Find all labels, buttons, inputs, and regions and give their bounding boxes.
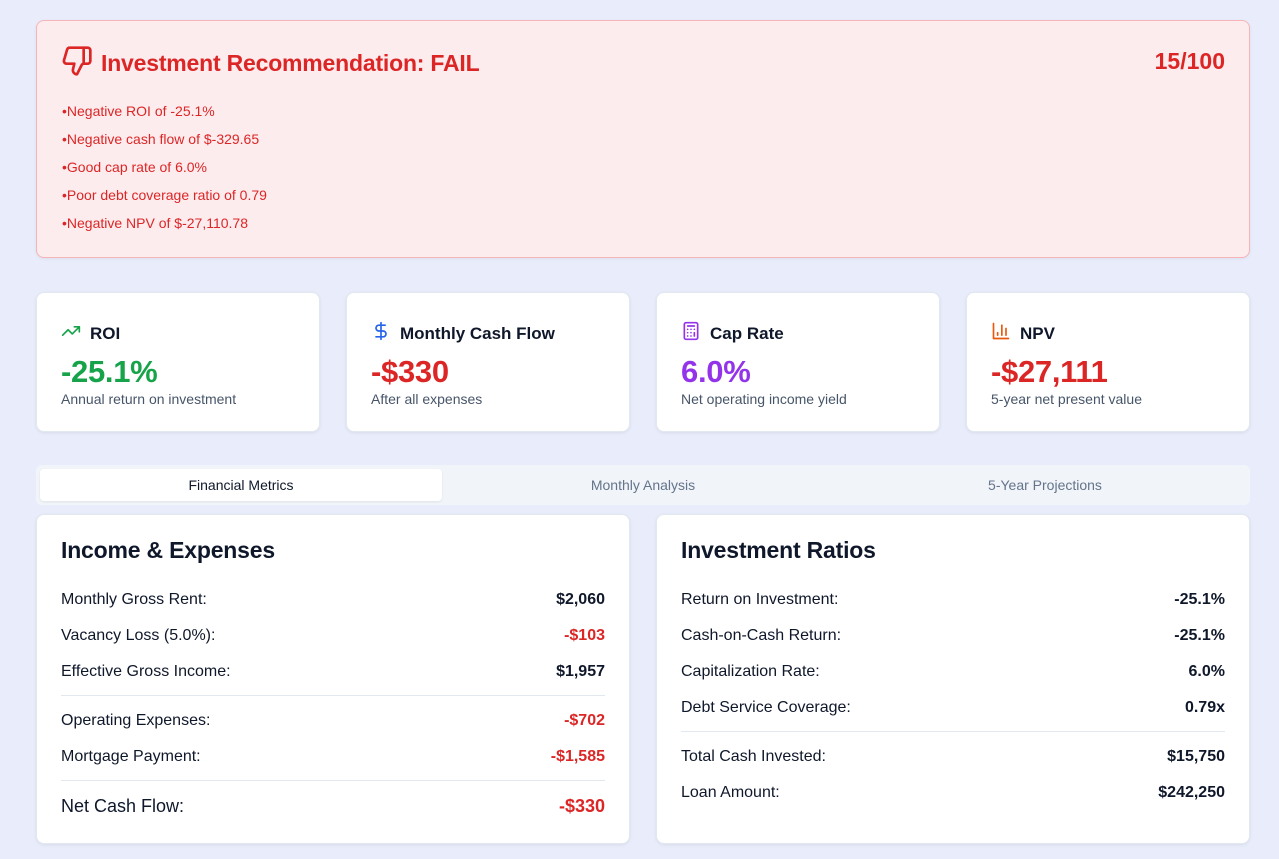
metric-value: 6.0%: [681, 354, 751, 389]
reason-item: Negative cash flow of $-329.65: [62, 129, 267, 157]
tab-monthly-analysis[interactable]: Monthly Analysis: [442, 469, 844, 501]
ratio-row: Loan Amount: $242,250: [681, 781, 1225, 805]
recommendation-header: Investment Recommendation: FAIL: [61, 45, 480, 82]
metric-subtitle: Net operating income yield: [681, 391, 847, 407]
row-label: Monthly Gross Rent:: [61, 591, 207, 608]
tab-financial-metrics[interactable]: Financial Metrics: [40, 469, 442, 501]
row-label: Total Cash Invested:: [681, 748, 826, 765]
row-value: -$103: [564, 627, 605, 644]
net-cash-flow-row: Net Cash Flow: -$330: [61, 794, 605, 818]
metric-card-roi: ROI -25.1% Annual return on investment: [36, 292, 320, 432]
metric-label: NPV: [1020, 323, 1055, 343]
row-value: $242,250: [1158, 784, 1225, 801]
reason-item: Good cap rate of 6.0%: [62, 157, 267, 185]
row-value: -$702: [564, 712, 605, 729]
row-value: $1,957: [556, 663, 605, 680]
investment-analysis-page: Investment Recommendation: FAIL 15/100 N…: [0, 0, 1279, 859]
row-value: 0.79x: [1184, 699, 1225, 716]
bar-chart-icon: [991, 321, 1011, 346]
metric-card-cap-rate: Cap Rate 6.0% Net operating income yield: [656, 292, 940, 432]
reason-item: Negative ROI of -25.1%: [62, 101, 267, 129]
row-value: $15,750: [1167, 748, 1225, 765]
recommendation-score: 15/100: [1154, 48, 1225, 74]
tab-5-year-projections[interactable]: 5-Year Projections: [844, 469, 1246, 501]
dollar-icon: [371, 321, 391, 346]
row-label: Vacancy Loss (5.0%):: [61, 627, 216, 644]
metric-card-cash-flow: Monthly Cash Flow -$330 After all expens…: [346, 292, 630, 432]
metric-subtitle: After all expenses: [371, 391, 483, 407]
metric-subtitle: Annual return on investment: [61, 391, 237, 407]
row-label: Return on Investment:: [681, 591, 839, 608]
income-row: Mortgage Payment: -$1,585: [61, 745, 605, 769]
thumbs-down-icon: [61, 45, 93, 82]
recommendation-title: Investment Recommendation: FAIL: [101, 50, 480, 76]
metric-subtitle: 5-year net present value: [991, 391, 1142, 407]
income-row: Monthly Gross Rent: $2,060: [61, 588, 605, 612]
row-label: Cash-on-Cash Return:: [681, 627, 842, 644]
row-value: -$330: [558, 795, 605, 816]
metric-value: -$330: [371, 354, 449, 389]
investment-ratios-panel: Investment Ratios Return on Investment: …: [656, 514, 1250, 844]
calculator-icon: [681, 321, 701, 346]
row-value: -25.1%: [1174, 627, 1225, 644]
metric-label: Monthly Cash Flow: [400, 323, 555, 343]
row-value: -25.1%: [1174, 591, 1225, 608]
row-label: Operating Expenses:: [61, 712, 211, 729]
divider: [61, 695, 605, 696]
ratio-row: Debt Service Coverage: 0.79x: [681, 696, 1225, 720]
ratio-row: Cash-on-Cash Return: -25.1%: [681, 624, 1225, 648]
reason-item: Negative NPV of $-27,110.78: [62, 213, 267, 241]
divider: [681, 731, 1225, 732]
trending-up-icon: [61, 321, 81, 346]
row-label: Mortgage Payment:: [61, 748, 201, 765]
income-row: Operating Expenses: -$702: [61, 709, 605, 733]
row-value: $2,060: [556, 591, 605, 608]
income-row: Vacancy Loss (5.0%): -$103: [61, 624, 605, 648]
metric-card-npv: NPV -$27,111 5-year net present value: [966, 292, 1250, 432]
recommendation-reasons: Negative ROI of -25.1% Negative cash flo…: [62, 101, 267, 241]
panel-title: Investment Ratios: [681, 537, 876, 563]
metric-label: Cap Rate: [710, 323, 784, 343]
divider: [61, 780, 605, 781]
ratio-row: Capitalization Rate: 6.0%: [681, 660, 1225, 684]
row-label: Loan Amount:: [681, 784, 780, 801]
row-label: Debt Service Coverage:: [681, 699, 851, 716]
row-label: Net Cash Flow:: [61, 795, 185, 816]
row-value: 6.0%: [1188, 663, 1225, 680]
analysis-tabs: Financial Metrics Monthly Analysis 5-Yea…: [36, 465, 1250, 505]
metric-value: -$27,111: [991, 354, 1108, 389]
metric-label: ROI: [90, 323, 121, 343]
row-label: Capitalization Rate:: [681, 663, 820, 680]
panel-title: Income & Expenses: [61, 537, 275, 563]
ratio-row: Return on Investment: -25.1%: [681, 588, 1225, 612]
row-value: -$1,585: [550, 748, 605, 765]
income-row: Effective Gross Income: $1,957: [61, 660, 605, 684]
recommendation-banner: Investment Recommendation: FAIL 15/100 N…: [36, 20, 1250, 258]
row-label: Effective Gross Income:: [61, 663, 231, 680]
ratio-row: Total Cash Invested: $15,750: [681, 745, 1225, 769]
reason-item: Poor debt coverage ratio of 0.79: [62, 185, 267, 213]
income-expenses-panel: Income & Expenses Monthly Gross Rent: $2…: [36, 514, 630, 844]
metric-value: -25.1%: [61, 354, 158, 389]
